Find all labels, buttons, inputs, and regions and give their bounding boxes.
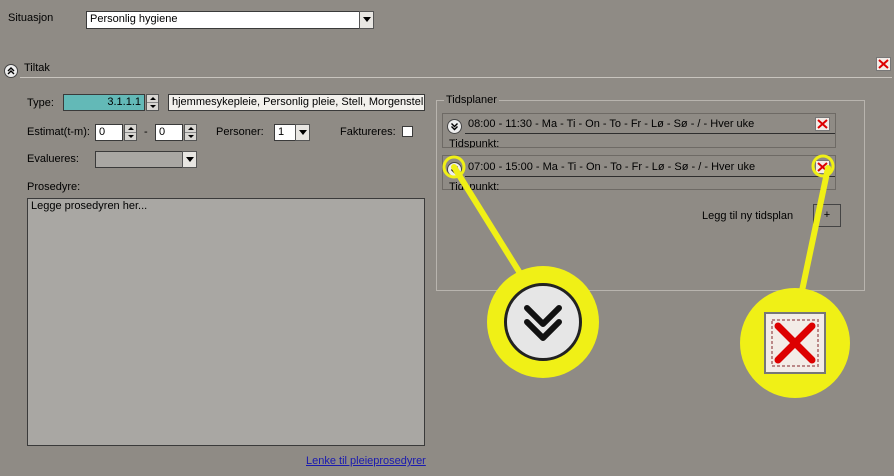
callout-lines <box>442 154 835 308</box>
callout-circle-delete <box>740 288 850 398</box>
callout-circle-expand <box>487 266 599 378</box>
zoomed-delete-icon <box>764 312 826 374</box>
zoomed-expand-icon <box>504 283 582 361</box>
